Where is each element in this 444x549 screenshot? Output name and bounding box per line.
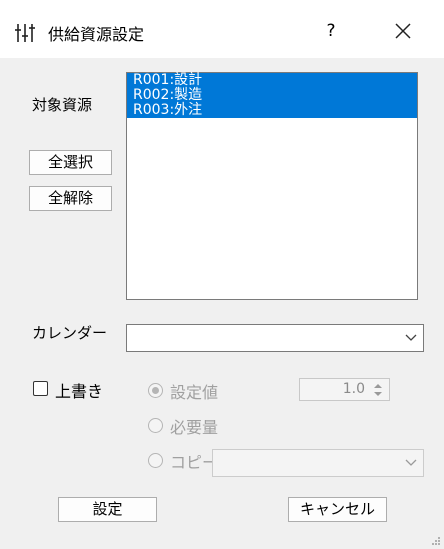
radio-setting-value[interactable] <box>148 383 163 398</box>
resize-grip-icon[interactable] <box>429 534 441 546</box>
close-icon[interactable] <box>388 16 418 46</box>
overwrite-checkbox[interactable] <box>33 381 48 396</box>
resource-list-item[interactable]: R003:外注 <box>127 103 417 118</box>
chevron-down-icon <box>405 334 417 341</box>
radio-copy-label: コピー <box>170 453 219 472</box>
resource-list-item[interactable]: R001:設計 <box>127 73 417 88</box>
calendar-select[interactable] <box>126 324 424 352</box>
sliders-icon <box>15 24 35 42</box>
calendar-label: カレンダー <box>32 324 108 342</box>
cancel-button[interactable]: キャンセル <box>288 497 387 522</box>
radio-required-amount-label: 必要量 <box>170 418 219 437</box>
select-all-button[interactable]: 全選択 <box>29 150 112 175</box>
copy-source-select[interactable] <box>212 449 424 477</box>
ok-button[interactable]: 設定 <box>58 497 157 522</box>
help-button[interactable]: ? <box>316 16 346 46</box>
resource-list-item[interactable]: R002:製造 <box>127 88 417 103</box>
chevron-down-icon <box>405 459 417 466</box>
window-title: 供給資源設定 <box>48 25 145 44</box>
value-spinner[interactable]: 1.0 <box>299 378 390 401</box>
resource-listbox[interactable]: R001:設計 R002:製造 R003:外注 <box>126 72 418 300</box>
clear-all-button[interactable]: 全解除 <box>29 186 112 211</box>
radio-required-amount[interactable] <box>148 418 163 433</box>
overwrite-label: 上書き <box>55 382 104 401</box>
spinner-value: 1.0 <box>342 381 365 397</box>
radio-setting-value-label: 設定値 <box>170 383 219 402</box>
resource-settings-dialog: 供給資源設定 ? 対象資源 全選択 全解除 R001:設計 R002:製造 R003… <box>0 0 444 549</box>
radio-copy[interactable] <box>148 453 163 468</box>
spinner-arrows-icon[interactable] <box>373 382 383 398</box>
resources-label: 対象資源 <box>32 96 93 114</box>
title-bar: 供給資源設定 ? <box>0 0 444 58</box>
resource-list-items: R001:設計 R002:製造 R003:外注 <box>127 73 417 118</box>
